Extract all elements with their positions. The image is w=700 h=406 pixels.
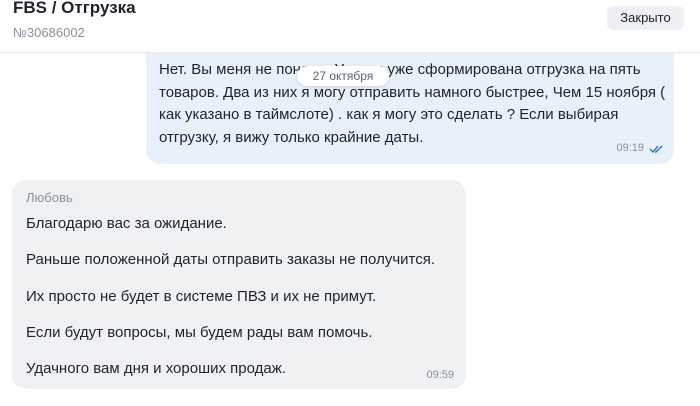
- date-divider: 27 октября: [297, 66, 389, 86]
- incoming-message-line: Благодарю вас за ожидание.: [26, 215, 227, 232]
- page-title: FBS / Отгрузка: [13, 0, 136, 17]
- incoming-message-line: Если будут вопросы, мы будем рады вам по…: [26, 324, 373, 341]
- sender-name: Любовь: [26, 190, 73, 205]
- incoming-message: Любовь Благодарю вас за ожидание. Раньше…: [12, 180, 466, 389]
- outgoing-message-time: 09:19: [616, 142, 644, 154]
- incoming-message-line: Удачного вам дня и хороших продаж.: [26, 360, 286, 377]
- chat-header: FBS / Отгрузка №30686002 Закрыто: [0, 0, 700, 53]
- incoming-message-line: Их просто не будет в системе ПВЗ и их не…: [26, 288, 377, 305]
- double-check-icon: [649, 145, 663, 154]
- incoming-message-time: 09:59: [426, 369, 454, 381]
- incoming-message-line: Раньше положенной даты отправить заказы …: [26, 251, 436, 268]
- message-list[interactable]: Нет. Вы меня не поняли. У меня уже сформ…: [0, 53, 700, 406]
- outgoing-message-text: Нет. Вы меня не поняли. У меня уже сформ…: [159, 61, 666, 146]
- order-number: №30686002: [13, 25, 85, 40]
- outgoing-message: Нет. Вы меня не поняли. У меня уже сформ…: [146, 53, 674, 164]
- status-closed-button[interactable]: Закрыто: [607, 6, 684, 30]
